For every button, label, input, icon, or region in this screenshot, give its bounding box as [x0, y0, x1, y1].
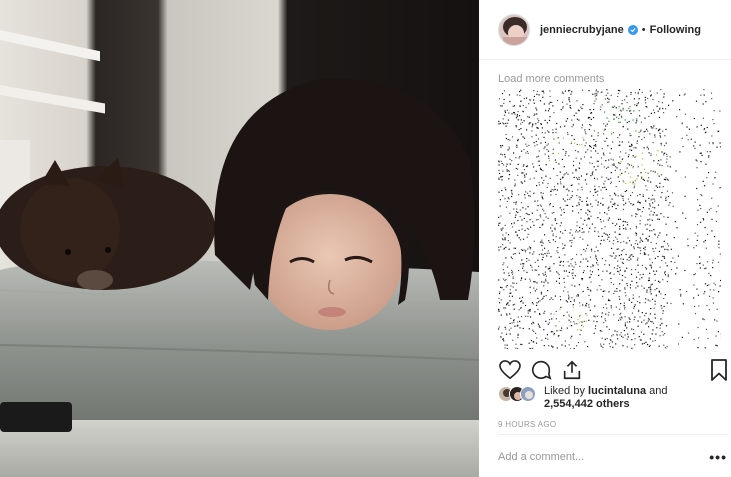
add-comment-row: •••: [498, 443, 727, 471]
username-link[interactable]: jenniecrubyjane: [540, 24, 624, 36]
likes-count-link[interactable]: 2,554,442 others: [544, 398, 630, 410]
like-button[interactable]: [498, 358, 522, 382]
liked-by-user-link[interactable]: lucintaluna: [588, 385, 646, 397]
share-button[interactable]: [560, 358, 584, 382]
bookmark-icon: [711, 359, 727, 381]
photo-illustration: [0, 0, 479, 477]
liker-avatar: [520, 386, 536, 402]
liked-by-text: Liked by lucintaluna and 2,554,442 other…: [544, 385, 668, 411]
liked-by-prefix: Liked by: [544, 385, 585, 397]
post-photo[interactable]: [0, 0, 479, 477]
heart-icon: [499, 360, 521, 380]
separator-dot: •: [641, 23, 646, 36]
post-timestamp[interactable]: 9 HOURS AGO: [498, 420, 556, 429]
avatar-image: [499, 14, 529, 45]
comment-media: [498, 89, 721, 349]
save-button[interactable]: [707, 358, 731, 382]
share-icon: [563, 360, 581, 380]
comment-input[interactable]: [498, 451, 710, 463]
liked-by-and: and: [649, 385, 668, 397]
post-header: jenniecrubyjane • Following: [479, 0, 731, 60]
speckled-image: [498, 89, 721, 349]
following-button[interactable]: Following: [650, 24, 701, 36]
divider: [498, 434, 727, 435]
likes-summary: Liked by lucintaluna and 2,554,442 other…: [498, 385, 668, 411]
load-more-comments-link[interactable]: Load more comments: [498, 73, 604, 85]
more-options-button[interactable]: •••: [709, 449, 727, 465]
post-actions-bar: [498, 357, 727, 383]
avatar[interactable]: [498, 13, 530, 46]
comment-button[interactable]: [529, 358, 553, 382]
verified-badge-icon: [627, 24, 638, 35]
post-side-panel: jenniecrubyjane • Following Load more co…: [479, 0, 731, 477]
comment-bubble-icon: [531, 360, 552, 380]
liker-avatars[interactable]: [498, 386, 544, 402]
